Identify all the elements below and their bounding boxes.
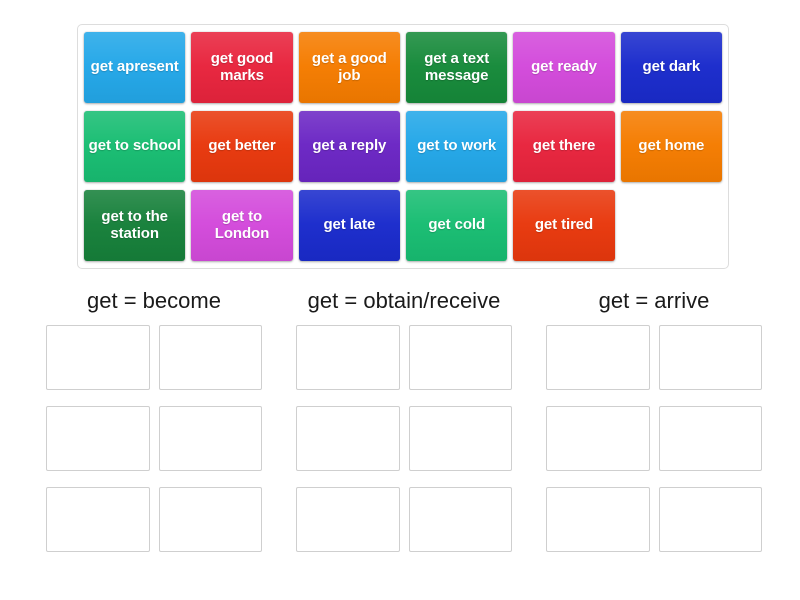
tile-grid: get apresent get good marks get a good job… xyxy=(84,32,722,261)
drop-slot[interactable] xyxy=(546,406,650,472)
drop-slot[interactable] xyxy=(158,325,262,391)
drop-slot-grid xyxy=(46,325,262,553)
tile-label: get a good job xyxy=(311,49,387,84)
category-columns: get = become get = obtain/receive get = ar… xyxy=(46,288,762,553)
drop-slot[interactable] xyxy=(408,325,512,391)
draggable-tile[interactable]: get there xyxy=(513,111,615,182)
category-column: get = become xyxy=(46,288,262,553)
draggable-tile-tray: get apresent get good marks get a good job… xyxy=(77,24,729,269)
draggable-tile[interactable]: get a text message xyxy=(406,32,508,103)
category-column: get = obtain/receive xyxy=(296,288,512,553)
drop-slot[interactable] xyxy=(158,406,262,472)
draggable-tile[interactable]: get to school xyxy=(84,111,186,182)
drop-slot[interactable] xyxy=(158,487,262,553)
tile-label: get a text message xyxy=(424,49,490,84)
tile-label: get cold xyxy=(428,216,486,234)
drop-slot[interactable] xyxy=(296,325,400,391)
tile-label: get better xyxy=(208,137,276,155)
draggable-tile[interactable]: get a good job xyxy=(298,32,400,103)
tile-label: get dark xyxy=(642,58,701,76)
group-sort-activity: get apresent get good marks get a good job… xyxy=(0,0,800,600)
tile-label: get a reply xyxy=(312,137,387,155)
category-title: get = become xyxy=(87,288,221,313)
tile-label: get to school xyxy=(88,137,181,155)
drop-slot[interactable] xyxy=(46,325,150,391)
draggable-tile[interactable]: get ready xyxy=(513,32,615,103)
draggable-tile[interactable]: get good marks xyxy=(191,32,293,103)
drop-slot[interactable] xyxy=(408,487,512,553)
drop-slot[interactable] xyxy=(408,406,512,472)
tile-label: get there xyxy=(532,137,596,155)
tile-label: get late xyxy=(323,216,376,234)
category-title: get = obtain/receive xyxy=(307,288,501,313)
drop-slot-grid xyxy=(296,325,512,553)
tile-label: get to work xyxy=(417,137,497,155)
draggable-tile[interactable]: get better xyxy=(191,111,293,182)
tile-label: get ready xyxy=(531,58,597,76)
drop-slot[interactable] xyxy=(546,487,650,553)
drop-slot[interactable] xyxy=(296,406,400,472)
tile-label: get apresent xyxy=(90,58,179,76)
tile-label: get tired xyxy=(534,216,594,234)
draggable-tile[interactable]: get apresent xyxy=(84,32,186,103)
category-title: get = arrive xyxy=(598,288,710,313)
tile-grid-empty-cell xyxy=(621,190,722,261)
tile-label: get to the station xyxy=(101,207,168,242)
drop-slot[interactable] xyxy=(296,487,400,553)
drop-slot[interactable] xyxy=(658,325,762,391)
draggable-tile[interactable]: get tired xyxy=(513,190,615,261)
draggable-tile[interactable]: get a reply xyxy=(298,111,400,182)
drop-slot[interactable] xyxy=(658,487,762,553)
drop-slot[interactable] xyxy=(658,406,762,472)
draggable-tile[interactable]: get home xyxy=(620,111,722,182)
tile-label: get good marks xyxy=(210,49,274,84)
draggable-tile[interactable]: get to the station xyxy=(84,190,186,261)
drop-slot[interactable] xyxy=(546,325,650,391)
drop-slot-grid xyxy=(546,325,762,553)
draggable-tile[interactable]: get to London xyxy=(191,190,293,261)
tile-label: get to London xyxy=(214,207,270,242)
draggable-tile[interactable]: get to work xyxy=(406,111,508,182)
draggable-tile[interactable]: get cold xyxy=(406,190,508,261)
draggable-tile[interactable]: get late xyxy=(298,190,400,261)
category-column: get = arrive xyxy=(546,288,762,553)
drop-slot[interactable] xyxy=(46,406,150,472)
tile-label: get home xyxy=(638,137,705,155)
drop-slot[interactable] xyxy=(46,487,150,553)
draggable-tile[interactable]: get dark xyxy=(620,32,722,103)
